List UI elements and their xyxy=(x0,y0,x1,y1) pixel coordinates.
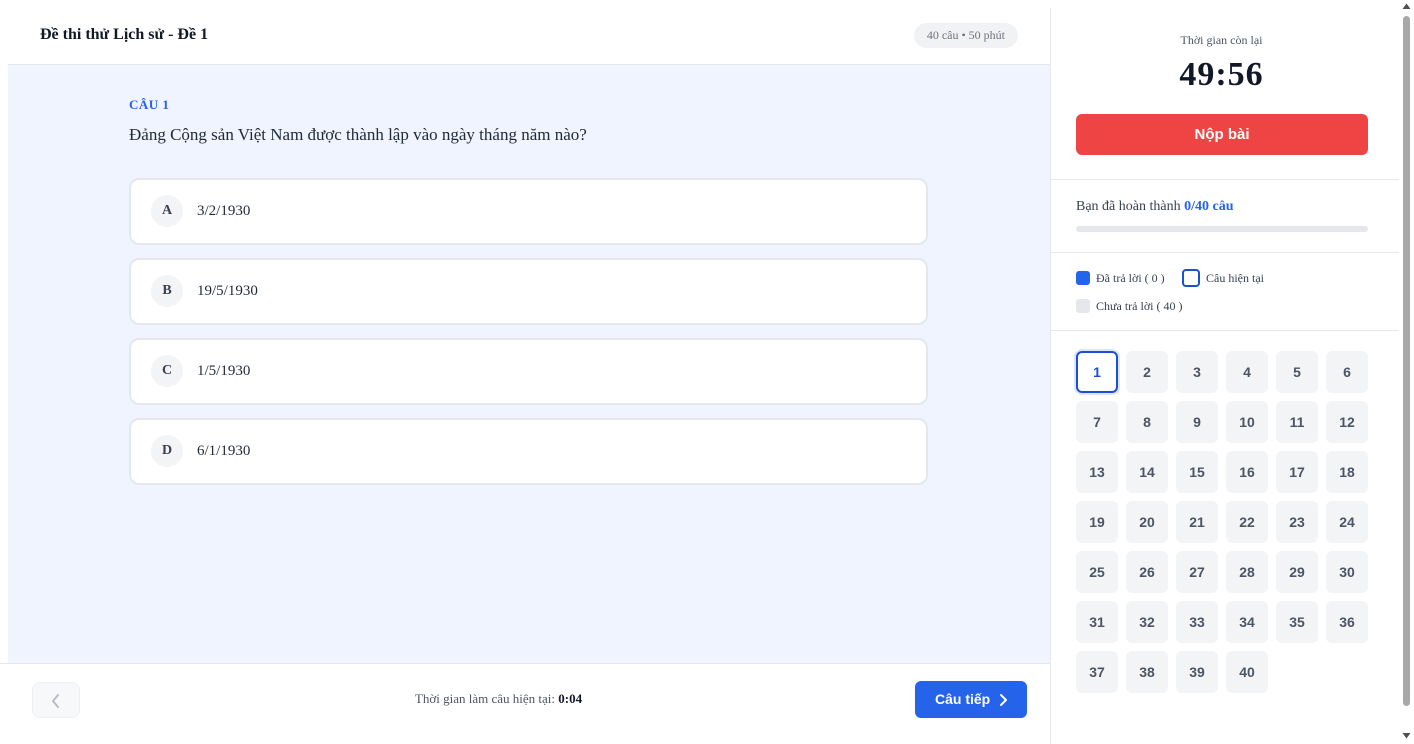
question-nav-10[interactable]: 10 xyxy=(1226,401,1268,443)
question-nav-25[interactable]: 25 xyxy=(1076,551,1118,593)
divider xyxy=(1051,330,1400,331)
option-text: 6/1/1930 xyxy=(197,443,251,459)
submit-exam-button[interactable]: Nộp bài xyxy=(1076,114,1368,155)
unanswered-swatch xyxy=(1076,299,1090,313)
countdown-timer: 49:56 xyxy=(1179,56,1264,93)
current-time-value: 0:04 xyxy=(558,691,583,706)
question-nav-40[interactable]: 40 xyxy=(1226,651,1268,693)
question-area: CÂU 1 Đảng Cộng sản Việt Nam được thành … xyxy=(8,65,1050,671)
question-nav-12[interactable]: 12 xyxy=(1326,401,1368,443)
question-nav-20[interactable]: 20 xyxy=(1126,501,1168,543)
question-nav-3[interactable]: 3 xyxy=(1176,351,1218,393)
option-letter: D xyxy=(151,435,183,467)
option-text: 1/5/1930 xyxy=(197,363,251,379)
current-swatch xyxy=(1182,269,1200,287)
option-c[interactable]: C 1/5/1930 xyxy=(129,338,928,405)
exam-sidebar: Thời gian còn lại 49:56 Nộp bài Bạn đã h… xyxy=(1050,8,1400,744)
exam-header: Đề thi thử Lịch sử - Đề 1 40 câu • 50 ph… xyxy=(8,8,1050,65)
progress-bar xyxy=(1076,226,1368,232)
page-scrollbar[interactable] xyxy=(1399,0,1414,744)
option-letter: B xyxy=(151,275,183,307)
question-footer: Thời gian làm câu hiện tại: 0:04 Câu tiế… xyxy=(0,663,1052,744)
question-nav-37[interactable]: 37 xyxy=(1076,651,1118,693)
question-nav-18[interactable]: 18 xyxy=(1326,451,1368,493)
option-b[interactable]: B 19/5/1930 xyxy=(129,258,928,325)
question-nav-31[interactable]: 31 xyxy=(1076,601,1118,643)
left-edge xyxy=(0,0,8,744)
question-nav-5[interactable]: 5 xyxy=(1276,351,1318,393)
question-nav-35[interactable]: 35 xyxy=(1276,601,1318,643)
scrollbar-thumb[interactable] xyxy=(1403,16,1410,706)
progress-label: Bạn đã hoàn thành xyxy=(1076,199,1181,214)
question-nav-36[interactable]: 36 xyxy=(1326,601,1368,643)
exam-title: Đề thi thử Lịch sử - Đề 1 xyxy=(40,26,209,43)
question-nav-15[interactable]: 15 xyxy=(1176,451,1218,493)
current-time-label: Thời gian làm câu hiện tại: xyxy=(414,691,555,706)
question-nav-13[interactable]: 13 xyxy=(1076,451,1118,493)
main-panel: Đề thi thử Lịch sử - Đề 1 40 câu • 50 ph… xyxy=(8,8,1050,744)
exam-meta-badge: 40 câu • 50 phút xyxy=(913,23,1018,48)
question-nav-34[interactable]: 34 xyxy=(1226,601,1268,643)
question-nav-16[interactable]: 16 xyxy=(1226,451,1268,493)
time-left-label: Thời gian còn lại xyxy=(1180,33,1263,47)
option-d[interactable]: D 6/1/1930 xyxy=(129,418,928,485)
option-text: 19/5/1930 xyxy=(197,283,258,299)
question-nav-7[interactable]: 7 xyxy=(1076,401,1118,443)
question-nav-28[interactable]: 28 xyxy=(1226,551,1268,593)
question-nav-14[interactable]: 14 xyxy=(1126,451,1168,493)
question-nav-26[interactable]: 26 xyxy=(1126,551,1168,593)
question-nav-27[interactable]: 27 xyxy=(1176,551,1218,593)
question-number-label: CÂU 1 xyxy=(129,97,170,112)
chevron-right-icon xyxy=(1000,694,1007,706)
question-nav-21[interactable]: 21 xyxy=(1176,501,1218,543)
question-nav-19[interactable]: 19 xyxy=(1076,501,1118,543)
legend-unanswered-text: Chưa trả lời ( 40 ) xyxy=(1096,299,1183,313)
question-nav-4[interactable]: 4 xyxy=(1226,351,1268,393)
legend-current-text: Câu hiện tại xyxy=(1206,271,1264,285)
question-nav-23[interactable]: 23 xyxy=(1276,501,1318,543)
current-question-timer: Thời gian làm câu hiện tại: 0:04 xyxy=(0,691,997,707)
legend-answered-text: Đã trả lời ( 0 ) xyxy=(1096,271,1165,285)
question-nav-39[interactable]: 39 xyxy=(1176,651,1218,693)
option-letter: C xyxy=(151,355,183,387)
question-nav-29[interactable]: 29 xyxy=(1276,551,1318,593)
question-nav-9[interactable]: 9 xyxy=(1176,401,1218,443)
question-nav-32[interactable]: 32 xyxy=(1126,601,1168,643)
answered-swatch xyxy=(1076,271,1090,285)
question-nav-1[interactable]: 1 xyxy=(1076,351,1118,393)
question-nav-2[interactable]: 2 xyxy=(1126,351,1168,393)
question-nav-8[interactable]: 8 xyxy=(1126,401,1168,443)
option-text: 3/2/1930 xyxy=(197,203,251,219)
question-nav-38[interactable]: 38 xyxy=(1126,651,1168,693)
question-nav-6[interactable]: 6 xyxy=(1326,351,1368,393)
question-nav-33[interactable]: 33 xyxy=(1176,601,1218,643)
question-nav-24[interactable]: 24 xyxy=(1326,501,1368,543)
progress-summary: Bạn đã hoàn thành 0/40 câu xyxy=(1076,199,1233,215)
question-text: Đảng Cộng sản Việt Nam được thành lập và… xyxy=(129,125,587,144)
option-a[interactable]: A 3/2/1930 xyxy=(129,178,928,245)
progress-count: 0/40 câu xyxy=(1184,199,1234,214)
next-button-label: Câu tiếp xyxy=(935,691,991,707)
divider xyxy=(1051,179,1400,180)
scroll-up-arrow-icon[interactable] xyxy=(1402,2,1411,10)
option-letter: A xyxy=(151,195,183,227)
scroll-down-arrow-icon[interactable] xyxy=(1402,732,1411,740)
question-nav-17[interactable]: 17 xyxy=(1276,451,1318,493)
question-nav-22[interactable]: 22 xyxy=(1226,501,1268,543)
question-nav-30[interactable]: 30 xyxy=(1326,551,1368,593)
next-question-button[interactable]: Câu tiếp xyxy=(915,681,1027,718)
question-nav-11[interactable]: 11 xyxy=(1276,401,1318,443)
divider xyxy=(1051,252,1400,253)
